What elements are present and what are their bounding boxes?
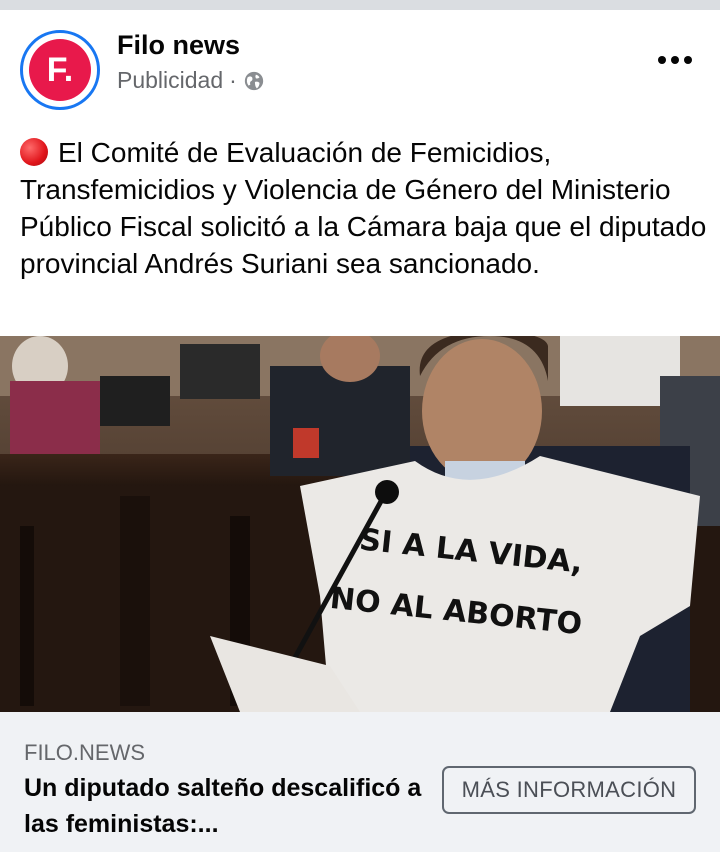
globe-icon	[244, 71, 263, 90]
page-avatar[interactable]: F.	[20, 30, 100, 110]
page-logo: F.	[29, 39, 91, 101]
post-meta: Publicidad ·	[117, 67, 265, 94]
learn-more-button[interactable]: MÁS INFORMACIÓN	[442, 766, 696, 814]
page-name[interactable]: Filo news	[117, 30, 240, 61]
feed-divider	[0, 0, 720, 10]
page-logo-text: F.	[46, 50, 74, 89]
link-headline[interactable]: Un diputado salteño descalificó a las fe…	[24, 770, 424, 842]
post-header: F.	[0, 10, 720, 120]
sponsored-label[interactable]: Publicidad	[117, 67, 223, 94]
post-image[interactable]: SI A LA VIDA, NO AL ABORTO	[0, 336, 720, 712]
more-options-icon[interactable]	[652, 48, 698, 72]
link-domain: FILO.NEWS	[24, 740, 146, 765]
post-body: El Comité de Evaluación de Femicidios, T…	[20, 134, 710, 282]
post-body-text: El Comité de Evaluación de Femicidios, T…	[20, 137, 707, 279]
legislature-photo: SI A LA VIDA, NO AL ABORTO	[0, 336, 720, 712]
red-circle-emoji	[20, 138, 48, 166]
meta-separator: ·	[229, 67, 237, 93]
